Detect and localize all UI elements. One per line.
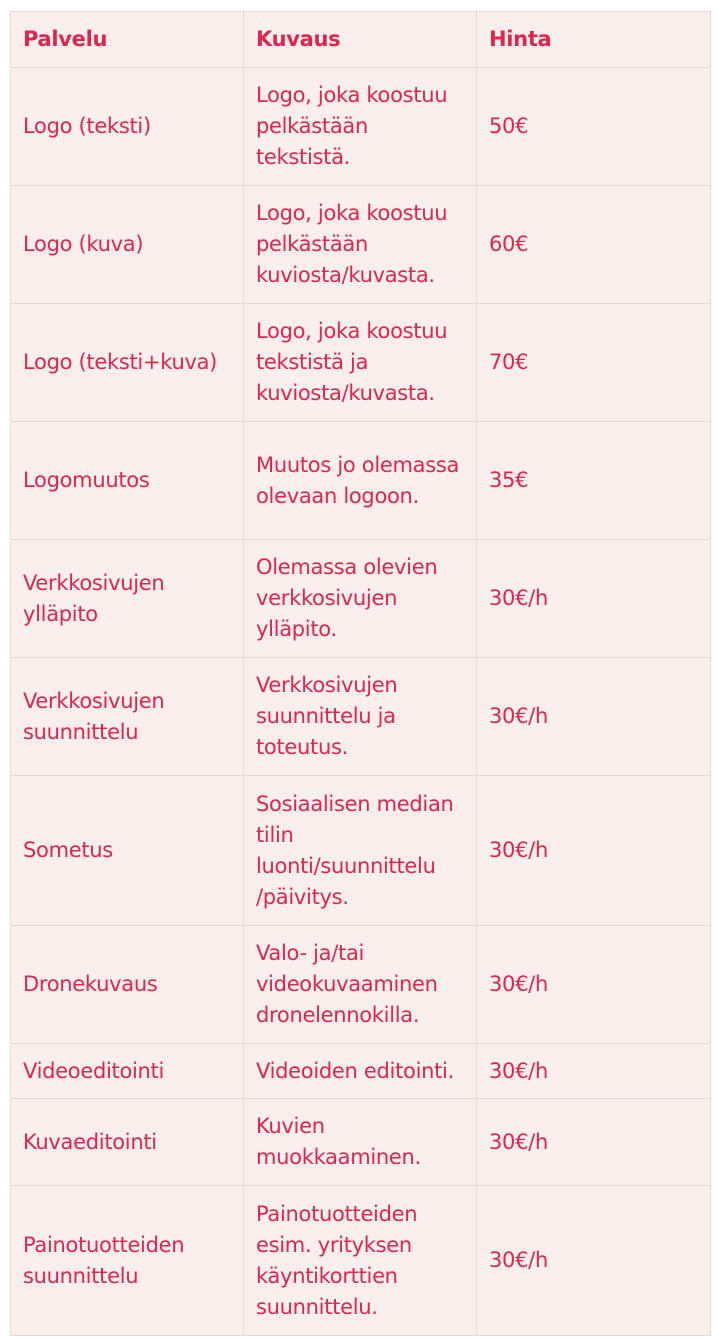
price-cell: 30€/h	[476, 775, 711, 926]
service-cell: Verkkosivujen suunnittelu	[10, 657, 244, 776]
header-kuvaus: Kuvaus	[243, 11, 477, 68]
price-cell: 30€/h	[476, 925, 711, 1044]
header-palvelu: Palvelu	[10, 11, 244, 68]
description-cell: Logo, joka koostuu pelkästään kuviosta/k…	[243, 185, 477, 304]
service-cell: Logomuutos	[10, 421, 244, 540]
table-row: Kuvaeditointi Kuvien muokkaaminen. 30€/h	[10, 1098, 711, 1186]
table-row: Sometus Sosiaalisen median tilin luonti/…	[10, 775, 711, 926]
price-cell: 60€	[476, 185, 711, 304]
description-cell: Logo, joka koostuu tekstistä ja kuviosta…	[243, 303, 477, 422]
table-row: Videoeditointi Videoiden editointi. 30€/…	[10, 1043, 711, 1099]
price-cell: 35€	[476, 421, 711, 540]
table-row: Logomuutos Muutos jo olemassa olevaan lo…	[10, 421, 711, 540]
table-row: Logo (teksti+kuva) Logo, joka koostuu te…	[10, 303, 711, 422]
service-cell: Logo (teksti+kuva)	[10, 303, 244, 422]
service-cell: Kuvaeditointi	[10, 1098, 244, 1186]
table-header-row: Palvelu Kuvaus Hinta	[10, 11, 711, 68]
price-cell: 50€	[476, 67, 711, 186]
description-cell: Valo- ja/tai videokuvaaminen dronelennok…	[243, 925, 477, 1044]
description-cell: Painotuotteiden esim. yrityksen käyntiko…	[243, 1185, 477, 1336]
service-cell: Logo (teksti)	[10, 67, 244, 186]
table-row: Logo (kuva) Logo, joka koostuu pelkästää…	[10, 185, 711, 304]
header-hinta: Hinta	[476, 11, 711, 68]
table-row: Verkkosivujen ylläpito Olemassa olevien …	[10, 539, 711, 658]
service-cell: Logo (kuva)	[10, 185, 244, 304]
service-cell: Videoeditointi	[10, 1043, 244, 1099]
description-cell: Sosiaalisen median tilin luonti/suunnitt…	[243, 775, 477, 926]
table-row: Dronekuvaus Valo- ja/tai videokuvaaminen…	[10, 925, 711, 1044]
price-table-container: Palvelu Kuvaus Hinta Logo (teksti) Logo,…	[10, 11, 711, 1336]
service-cell: Painotuotteiden suunnittelu	[10, 1185, 244, 1336]
table-row: Logo (teksti) Logo, joka koostuu pelkäst…	[10, 67, 711, 186]
description-cell: Verkkosivujen suunnittelu ja toteutus.	[243, 657, 477, 776]
description-cell: Videoiden editointi.	[243, 1043, 477, 1099]
price-cell: 30€/h	[476, 657, 711, 776]
table-row: Painotuotteiden suunnittelu Painotuottei…	[10, 1185, 711, 1336]
price-cell: 30€/h	[476, 1043, 711, 1099]
description-cell: Olemassa olevien verkkosivujen ylläpito.	[243, 539, 477, 658]
description-cell: Kuvien muokkaaminen.	[243, 1098, 477, 1186]
price-cell: 30€/h	[476, 539, 711, 658]
service-cell: Sometus	[10, 775, 244, 926]
price-cell: 30€/h	[476, 1098, 711, 1186]
service-cell: Dronekuvaus	[10, 925, 244, 1044]
price-table: Palvelu Kuvaus Hinta Logo (teksti) Logo,…	[10, 11, 711, 1336]
price-cell: 30€/h	[476, 1185, 711, 1336]
table-row: Verkkosivujen suunnittelu Verkkosivujen …	[10, 657, 711, 776]
service-cell: Verkkosivujen ylläpito	[10, 539, 244, 658]
description-cell: Logo, joka koostuu pelkästään tekstistä.	[243, 67, 477, 186]
price-cell: 70€	[476, 303, 711, 422]
description-cell: Muutos jo olemassa olevaan logoon.	[243, 421, 477, 540]
